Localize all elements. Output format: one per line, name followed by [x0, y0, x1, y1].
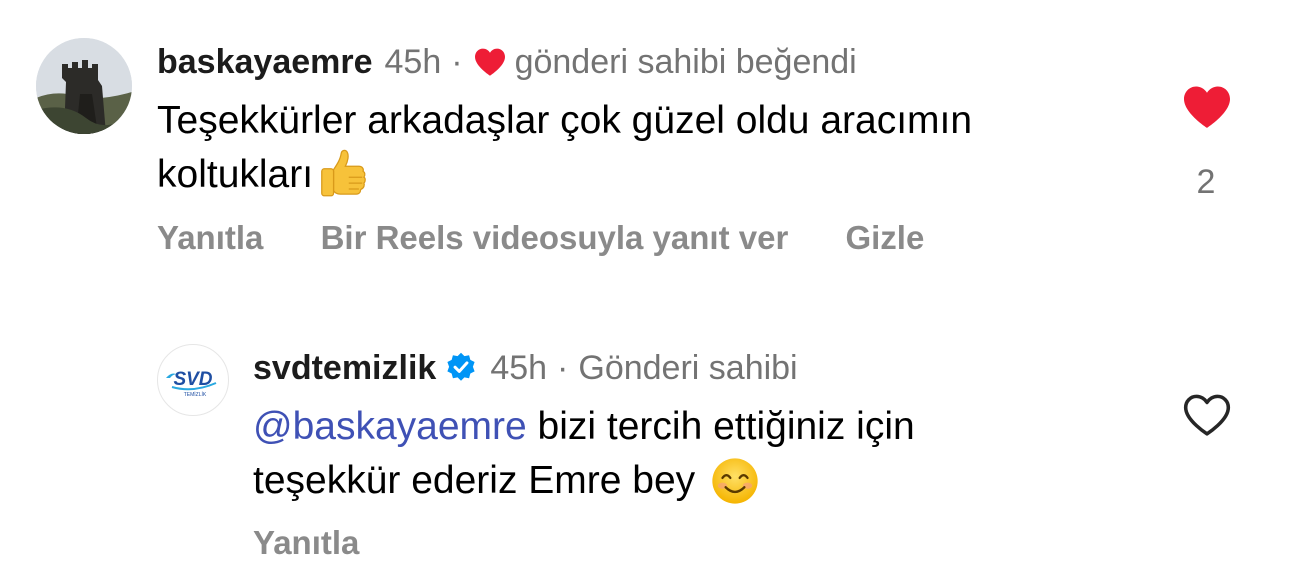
avatar[interactable]: SVD TEMİZLİK [157, 344, 229, 416]
reply-button[interactable]: Yanıtla [157, 219, 263, 256]
logo-subtext: TEMİZLİK [184, 391, 207, 398]
heart-outline-icon[interactable] [1181, 392, 1233, 438]
heart-icon [474, 48, 505, 76]
owner-liked-label: gönderi sahibi beğendi [514, 43, 857, 81]
timestamp[interactable]: 45h [490, 348, 547, 388]
hide-button[interactable]: Gizle [845, 219, 924, 256]
verified-badge-icon [447, 352, 475, 381]
comment-baskayaemre: baskayaemre 45h · gönderi sahibi beğendi… [0, 0, 1290, 290]
comment-text: Teşekkürler arkadaşlar çok güzel oldu ar… [157, 94, 1137, 202]
like-count[interactable]: 2 [1186, 162, 1226, 202]
comment-actions: Yanıtla [253, 523, 407, 563]
reels-reply-button[interactable]: Bir Reels videosuyla yanıt ver [321, 219, 789, 256]
comment-text: @baskayaemre bizi tercih ettiğiniz için … [253, 400, 1153, 508]
avatar[interactable] [36, 38, 132, 134]
mention-link[interactable]: @baskayaemre [253, 405, 527, 448]
comment-header: baskayaemre 45h · gönderi sahibi beğendi [157, 42, 857, 82]
comment-text-fragment: bizi tercih ettiğiniz için [526, 405, 915, 448]
separator: · [451, 43, 463, 81]
reply-button[interactable]: Yanıtla [253, 524, 359, 561]
username[interactable]: baskayaemre [157, 42, 373, 82]
comment-header: svdtemizlik 45h · Gönderi sahibi [253, 348, 798, 388]
comment-text-fragment: teşekkür ederiz Emre bey [253, 459, 707, 502]
timestamp[interactable]: 45h [385, 42, 442, 82]
separator: · [557, 349, 569, 387]
comment-svdtemizlik: SVD TEMİZLİK svdtemizlik 45h · Gönderi s… [0, 290, 1290, 580]
comment-text-word: koltukları [157, 153, 314, 196]
smiling-face-icon [712, 458, 758, 504]
comment-text-line: teşekkür ederiz Emre bey [253, 454, 1153, 508]
castle-photo-icon [36, 38, 132, 134]
comment-text-line: koltukları [157, 148, 1137, 202]
comment-text-line: Teşekkürler arkadaşlar çok güzel oldu ar… [157, 99, 973, 142]
username[interactable]: svdtemizlik [253, 348, 436, 388]
comment-text-line: @baskayaemre bizi tercih ettiğiniz için [253, 400, 1153, 454]
svd-logo-icon: SVD TEMİZLİK [166, 369, 217, 398]
thumbs-up-icon [321, 149, 366, 197]
owner-label: Gönderi sahibi [578, 349, 798, 387]
comment-actions: Yanıtla Bir Reels videosuyla yanıt ver G… [157, 218, 972, 258]
heart-filled-icon[interactable] [1181, 84, 1233, 130]
